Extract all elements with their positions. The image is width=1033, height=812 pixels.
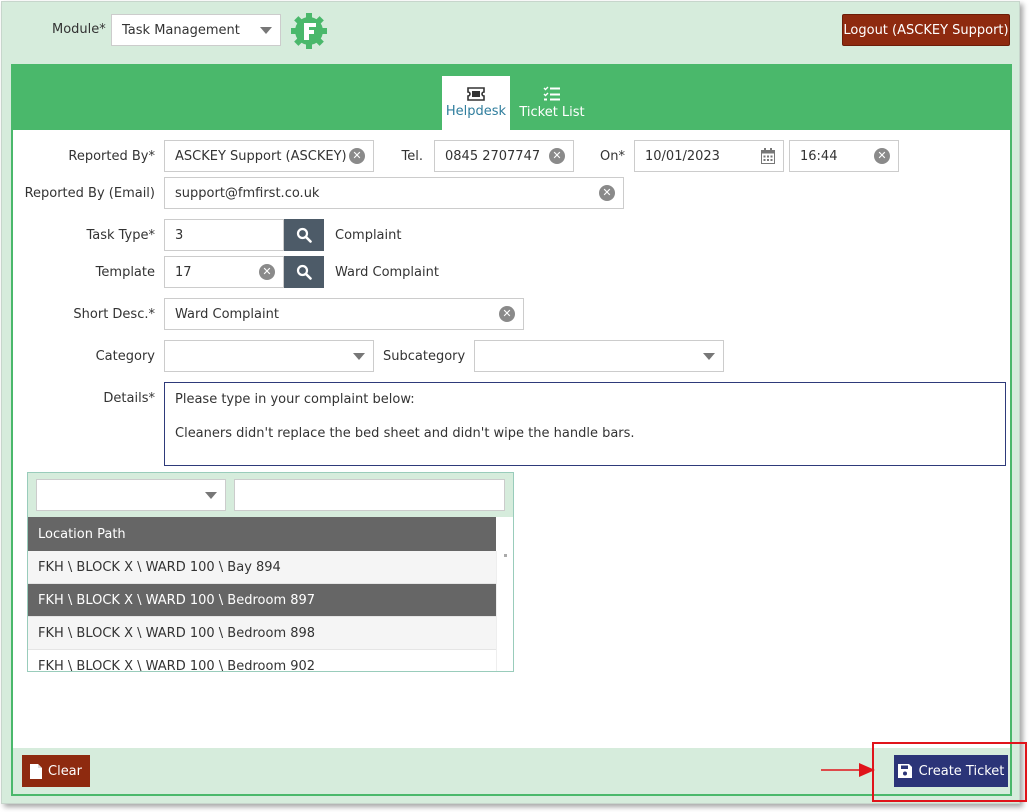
date-value: 10/01/2023 <box>645 148 720 164</box>
chevron-down-icon <box>703 353 715 360</box>
chevron-down-icon <box>353 353 365 360</box>
calendar-icon[interactable] <box>761 148 775 164</box>
clear-button-label: Clear <box>48 763 82 779</box>
table-row-selected[interactable]: FKH \ BLOCK X \ WARD 100 \ Bedroom 897 <box>28 584 496 617</box>
annotation-highlight-box <box>872 742 1027 802</box>
details-textarea[interactable]: Please type in your complaint below: Cle… <box>164 382 1006 466</box>
tab-helpdesk[interactable]: Helpdesk <box>442 76 510 130</box>
chevron-down-icon <box>260 27 272 34</box>
tel-value: 0845 2707747 <box>445 148 541 164</box>
fmfirst-logo <box>289 11 329 51</box>
short-desc-field[interactable]: Ward Complaint ✕ <box>164 298 524 330</box>
date-field[interactable]: 10/01/2023 <box>634 140 784 172</box>
clear-icon[interactable]: ✕ <box>499 306 515 322</box>
ticket-icon <box>467 87 485 101</box>
time-value: 16:44 <box>800 148 838 164</box>
clear-icon[interactable]: ✕ <box>549 148 565 164</box>
template-label: Template <box>95 265 155 280</box>
tel-field[interactable]: 0845 2707747 ✕ <box>434 140 574 172</box>
short-desc-value: Ward Complaint <box>175 306 279 322</box>
helpdesk-panel: Helpdesk Ticket List Reported By* ASCKEY… <box>11 64 1012 796</box>
category-select[interactable] <box>164 340 374 372</box>
template-field[interactable]: 17 ✕ <box>164 256 284 288</box>
module-select[interactable]: Task Management <box>111 14 281 46</box>
tab-bar: Helpdesk Ticket List <box>13 66 1010 130</box>
file-icon <box>30 763 42 779</box>
short-desc-label: Short Desc.* <box>73 307 155 322</box>
email-field[interactable]: support@fmfirst.co.uk ✕ <box>164 177 624 209</box>
reported-by-field[interactable]: ASCKEY Support (ASCKEY) ✕ <box>164 140 374 172</box>
tel-label: Tel. <box>401 149 423 164</box>
clear-icon[interactable]: ✕ <box>349 148 365 164</box>
tab-helpdesk-label: Helpdesk <box>445 104 507 119</box>
location-table: Location Path FKH \ BLOCK X \ WARD 100 \… <box>28 517 513 671</box>
annotation-arrow-icon <box>821 763 875 777</box>
search-icon <box>296 264 312 280</box>
table-row[interactable]: FKH \ BLOCK X \ WARD 100 \ Bedroom 898 <box>28 617 496 650</box>
chevron-down-icon <box>205 492 217 499</box>
tab-ticket-list[interactable]: Ticket List <box>517 76 587 130</box>
module-select-value: Task Management <box>122 22 240 38</box>
location-filter-select[interactable] <box>36 479 226 511</box>
subcategory-label: Subcategory <box>383 349 466 364</box>
subcategory-select[interactable] <box>474 340 724 372</box>
template-search-button[interactable] <box>284 256 324 288</box>
location-path-header[interactable]: Location Path <box>28 517 496 551</box>
clear-icon[interactable]: ✕ <box>259 264 275 280</box>
details-label: Details* <box>103 391 155 406</box>
task-type-description: Complaint <box>335 228 402 243</box>
tab-ticket-list-label: Ticket List <box>519 105 585 120</box>
table-row[interactable]: FKH \ BLOCK X \ WARD 100 \ Bedroom 902 <box>28 650 496 672</box>
clear-icon[interactable]: ✕ <box>874 148 890 164</box>
search-icon <box>296 227 312 243</box>
clear-icon[interactable]: ✕ <box>599 185 615 201</box>
template-description: Ward Complaint <box>335 265 439 280</box>
reported-by-label: Reported By* <box>68 149 155 164</box>
task-type-field[interactable]: 3 <box>164 219 284 251</box>
email-label: Reported By (Email) <box>24 186 155 201</box>
app-window: Module* Task Management Logout (ASCKEY S… <box>1 1 1020 804</box>
task-type-search-button[interactable] <box>284 219 324 251</box>
on-label: On* <box>600 149 625 164</box>
table-row[interactable]: FKH \ BLOCK X \ WARD 100 \ Bay 894 <box>28 551 496 584</box>
time-field[interactable]: 16:44 ✕ <box>789 140 899 172</box>
top-bar: Module* Task Management Logout (ASCKEY S… <box>2 2 1019 58</box>
location-scrollbar[interactable] <box>496 551 513 671</box>
category-label: Category <box>95 349 155 364</box>
module-label: Module* <box>52 22 106 37</box>
location-picker: Location Path FKH \ BLOCK X \ WARD 100 \… <box>27 472 514 672</box>
logout-button[interactable]: Logout (ASCKEY Support) <box>842 14 1010 46</box>
task-type-label: Task Type* <box>86 228 155 243</box>
email-value: support@fmfirst.co.uk <box>175 185 320 201</box>
logout-label: Logout (ASCKEY Support) <box>843 22 1009 38</box>
location-filter-input[interactable] <box>234 479 505 511</box>
details-line-2: Cleaners didn't replace the bed sheet an… <box>175 426 635 441</box>
template-value: 17 <box>175 264 192 280</box>
task-type-value: 3 <box>175 227 184 243</box>
clear-button[interactable]: Clear <box>22 755 90 787</box>
details-line-1: Please type in your complaint below: <box>175 392 415 407</box>
reported-by-value: ASCKEY Support (ASCKEY) <box>175 148 347 164</box>
list-icon <box>543 86 560 101</box>
